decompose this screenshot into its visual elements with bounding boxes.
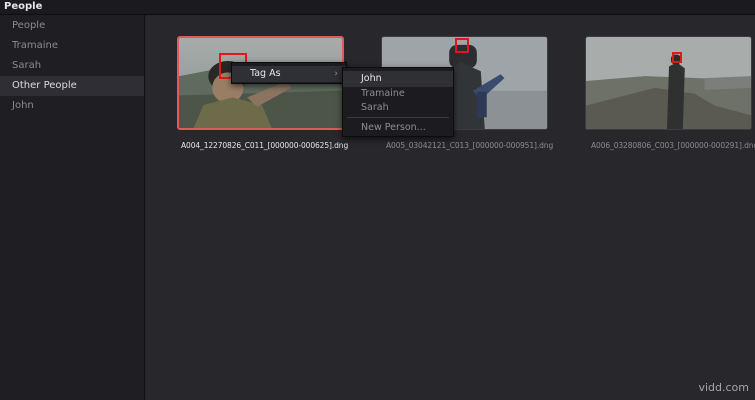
- sidebar-item-john[interactable]: John: [0, 96, 144, 116]
- submenu-item-new-person[interactable]: New Person...: [343, 120, 453, 136]
- chevron-right-icon: ›: [334, 69, 338, 79]
- menu-divider: [347, 117, 449, 118]
- thumbnail-3-image: [586, 37, 751, 129]
- face-detection-box[interactable]: [672, 52, 682, 63]
- sidebar-item-people[interactable]: People: [0, 16, 144, 36]
- window-title: People: [4, 1, 43, 12]
- context-menu: Tag As ›: [231, 62, 347, 84]
- face-detection-box[interactable]: [455, 38, 469, 53]
- thumbnail-1-filename: A004_12270826_C011_[000000-000625].dng: [181, 141, 349, 150]
- tag-as-label: Tag As: [250, 68, 281, 79]
- watermark-logo: vidd.com: [698, 381, 749, 394]
- menu-item-tag-as[interactable]: Tag As ›: [232, 66, 346, 82]
- people-sidebar: People Tramaine Sarah Other People John: [0, 15, 145, 400]
- sidebar-item-tramaine[interactable]: Tramaine: [0, 36, 144, 56]
- sidebar-item-sarah[interactable]: Sarah: [0, 56, 144, 76]
- sidebar-item-other-people[interactable]: Other People: [0, 76, 144, 96]
- submenu-item-sarah[interactable]: Sarah: [343, 100, 453, 116]
- tag-as-submenu: John Tramaine Sarah New Person...: [342, 67, 454, 137]
- submenu-item-john[interactable]: John: [343, 71, 453, 87]
- thumbnail-2-filename: A005_03042121_C013_[000000-000951].dng: [386, 141, 554, 150]
- thumbnail-3-filename: A006_03280806_C003_[000000-000291].dng: [591, 141, 755, 150]
- thumbnail-3[interactable]: [585, 36, 752, 130]
- title-bar: People: [0, 0, 755, 15]
